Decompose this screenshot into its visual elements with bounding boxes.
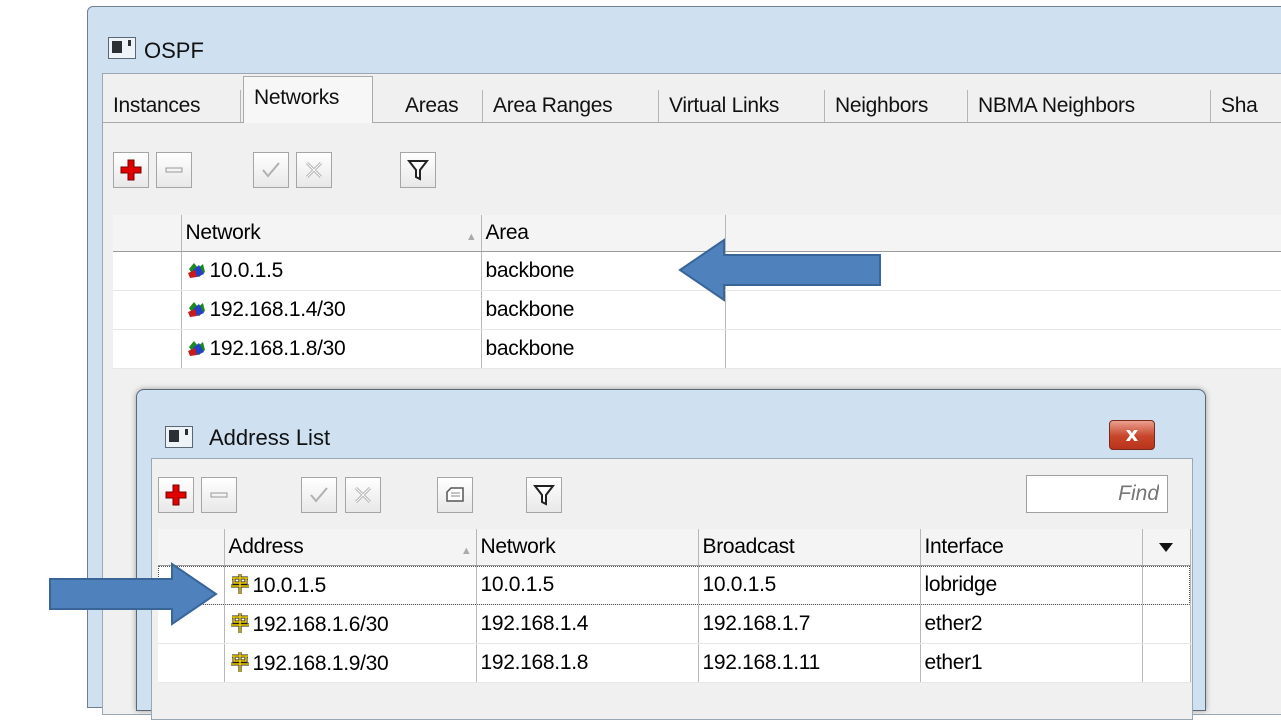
tab-nbma-neighbors[interactable]: NBMA Neighbors	[968, 90, 1211, 122]
ospf-titlebar[interactable]: OSPF	[88, 7, 1281, 73]
minus-icon	[210, 492, 228, 498]
address-icon	[230, 651, 249, 672]
broadcast-cell: 192.168.1.11	[698, 643, 921, 683]
network-icon	[187, 263, 205, 278]
network-cell: 192.168.1.8/30	[181, 329, 482, 369]
filter-button[interactable]	[400, 152, 436, 188]
network-value: 192.168.1.8/30	[209, 337, 346, 360]
broadcast-cell: 10.0.1.5	[698, 565, 921, 605]
column-header-interface[interactable]: Interface	[920, 529, 1143, 566]
network-icon	[187, 341, 205, 356]
address-cell: 192.168.1.9/30	[224, 643, 477, 683]
address-value: 192.168.1.6/30	[252, 612, 389, 636]
column-header-address-label: Address	[228, 535, 304, 558]
cross-icon	[305, 161, 323, 179]
address-value: 192.168.1.9/30	[252, 651, 389, 675]
table-header-row: Address ▲ Network Broadcast Interface	[158, 529, 1191, 566]
interface-cell: ether1	[920, 643, 1143, 683]
table-row[interactable]: 10.0.1.5 10.0.1.5 10.0.1.5 lobridge	[158, 565, 1191, 605]
network-cell: 10.0.1.5	[476, 565, 699, 605]
network-cell: 10.0.1.5	[181, 251, 482, 291]
broadcast-cell: 192.168.1.7	[698, 604, 921, 644]
address-list-title: Address List	[209, 425, 331, 450]
cross-icon	[354, 486, 372, 504]
close-button[interactable]: x	[1109, 420, 1155, 450]
network-value: 10.0.1.5	[209, 259, 284, 282]
row-filler	[1142, 604, 1191, 644]
checkmark-icon	[262, 162, 280, 178]
sort-ascending-icon: ▲	[465, 231, 477, 243]
row-gutter	[158, 643, 225, 683]
row-filler	[1142, 643, 1191, 683]
address-icon	[230, 573, 249, 594]
tab-virtual-links[interactable]: Virtual Links	[659, 90, 825, 122]
tab-instances[interactable]: Instances	[103, 90, 241, 122]
network-value: 192.168.1.4/30	[209, 298, 346, 321]
annotation-arrow-left	[678, 238, 881, 302]
address-list-titlebar[interactable]: Address List x	[137, 390, 1205, 454]
minus-icon	[165, 167, 183, 173]
filter-icon	[533, 485, 555, 506]
row-gutter	[113, 290, 182, 330]
disable-button[interactable]	[296, 152, 332, 188]
tab-networks[interactable]: Networks	[243, 76, 373, 123]
filter-button[interactable]	[526, 477, 562, 513]
table-row[interactable]: 192.168.1.6/30 192.168.1.4 192.168.1.7 e…	[158, 604, 1191, 644]
ospf-title: OSPF	[144, 38, 204, 63]
chevron-down-icon	[1159, 543, 1173, 552]
address-table: Address ▲ Network Broadcast Interface 10.…	[158, 529, 1191, 683]
address-cell: 10.0.1.5	[224, 565, 477, 605]
row-gutter	[113, 329, 182, 369]
address-value: 10.0.1.5	[252, 573, 327, 597]
remove-button[interactable]	[156, 152, 192, 188]
remove-button[interactable]	[201, 477, 237, 513]
network-cell: 192.168.1.4	[476, 604, 699, 644]
add-button[interactable]	[113, 152, 149, 188]
row-gutter	[113, 251, 182, 291]
window-icon	[108, 37, 136, 59]
add-button[interactable]	[158, 477, 194, 513]
column-header-network-label: Network	[185, 221, 261, 244]
column-header-blank	[113, 215, 182, 252]
comment-button[interactable]	[437, 477, 473, 513]
tab-sha[interactable]: Sha	[1211, 90, 1281, 122]
tab-neighbors[interactable]: Neighbors	[825, 90, 968, 122]
area-cell: backbone	[481, 329, 726, 369]
table-row[interactable]: 192.168.1.9/30 192.168.1.8 192.168.1.11 …	[158, 643, 1191, 683]
address-cell: 192.168.1.6/30	[224, 604, 477, 644]
address-list-client: Address ▲ Network Broadcast Interface 10.…	[151, 458, 1193, 720]
window-icon	[165, 426, 193, 448]
annotation-arrow-right	[49, 562, 218, 626]
row-filler	[1142, 565, 1191, 605]
filter-icon	[407, 160, 429, 181]
tab-area-ranges[interactable]: Area Ranges	[483, 90, 659, 122]
checkmark-icon	[310, 487, 328, 503]
sort-ascending-icon: ▲	[460, 545, 472, 557]
column-header-address[interactable]: Address ▲	[224, 529, 477, 566]
interface-cell: ether2	[920, 604, 1143, 644]
disable-button[interactable]	[345, 477, 381, 513]
plus-icon	[120, 159, 142, 181]
column-chooser-button[interactable]	[1142, 529, 1191, 566]
enable-button[interactable]	[301, 477, 337, 513]
column-header-broadcast[interactable]: Broadcast	[698, 529, 921, 566]
comment-icon	[446, 487, 464, 502]
find-input[interactable]	[1026, 475, 1168, 513]
tab-areas[interactable]: Areas	[395, 90, 483, 122]
address-icon	[230, 612, 249, 633]
column-header-network[interactable]: Network ▲	[181, 215, 482, 252]
network-cell: 192.168.1.4/30	[181, 290, 482, 330]
network-cell: 192.168.1.8	[476, 643, 699, 683]
address-list-window: Address List x Address ▲ Network	[136, 389, 1206, 720]
network-icon	[187, 302, 205, 317]
enable-button[interactable]	[253, 152, 289, 188]
interface-cell: lobridge	[920, 565, 1143, 605]
table-row[interactable]: 192.168.1.8/30 backbone	[113, 329, 1281, 369]
column-header-blank	[158, 529, 225, 566]
plus-icon	[165, 484, 187, 506]
row-filler	[725, 329, 1281, 369]
column-header-network[interactable]: Network	[476, 529, 699, 566]
ospf-tabs: Instances Networks Areas Area Ranges Vir…	[103, 74, 1281, 123]
